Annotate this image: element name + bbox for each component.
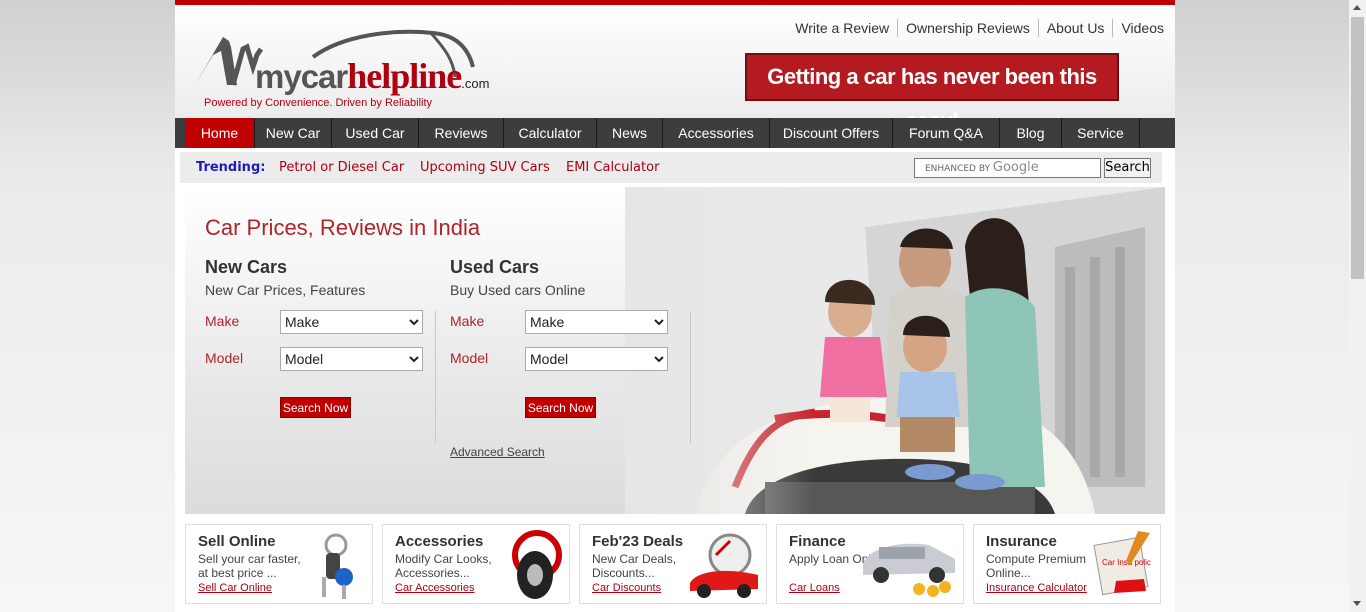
sell-car-online-link[interactable]: Sell Car Online (198, 582, 272, 594)
top-links: Write a Review Ownership Reviews About U… (787, 19, 1172, 37)
hero-section: Car Prices, Reviews in India New Cars Ne… (185, 187, 1165, 514)
search-button[interactable]: Search (1104, 158, 1151, 178)
google-search-input[interactable]: ENHANCED BY Google (914, 158, 1101, 178)
new-cars-title: New Cars (205, 257, 288, 277)
used-cars-title: Used Cars (450, 257, 540, 277)
card-sell-online[interactable]: Sell Online Sell your car faster, at bes… (185, 524, 373, 604)
new-model-label: Model (205, 350, 244, 366)
site-logo[interactable]: mycarhelpline.com Powered by Convenience… (193, 27, 503, 113)
used-model-select[interactable]: Model (525, 347, 668, 371)
car-accessories-link[interactable]: Car Accessories (395, 582, 474, 594)
nav-new-car[interactable]: New Car (255, 118, 332, 148)
card-title: Insurance (986, 533, 1057, 550)
family-on-car-photo (625, 187, 1165, 514)
nav-service[interactable]: Service (1062, 118, 1140, 148)
card-title: Sell Online (198, 533, 276, 550)
write-review-link[interactable]: Write a Review (787, 19, 897, 37)
card-desc: Sell your car faster, at best price ... (198, 552, 301, 580)
new-search-now-button[interactable]: Search Now (280, 397, 351, 418)
nav-used-car[interactable]: Used Car (332, 118, 419, 148)
about-us-link[interactable]: About Us (1037, 19, 1113, 37)
car-keys-icon (322, 533, 353, 599)
hero-title: Car Prices, Reviews in India (205, 215, 481, 240)
red-convertible-icon (690, 533, 758, 598)
header: Write a Review Ownership Reviews About U… (175, 5, 1175, 133)
nav-blog[interactable]: Blog (1000, 118, 1062, 148)
ownership-reviews-link[interactable]: Ownership Reviews (897, 19, 1038, 37)
nav-accessories[interactable]: Accessories (663, 118, 770, 148)
card-finance[interactable]: Finance Apply Loan Online... Car Loans (776, 524, 964, 604)
nav-home[interactable]: Home (185, 118, 255, 148)
main-nav: Home New Car Used Car Reviews Calculator… (175, 118, 1175, 148)
scroll-down-arrow-icon[interactable] (1353, 601, 1361, 606)
nav-reviews[interactable]: Reviews (419, 118, 504, 148)
scrollbar-thumb[interactable] (1351, 17, 1364, 279)
trending-bar: Trending: Petrol or Diesel Car Upcoming … (180, 152, 1162, 183)
trending-link-upcoming-suv[interactable]: Upcoming SUV Cars (420, 160, 550, 175)
trending-label: Trending: (196, 160, 266, 175)
page-scrollbar[interactable] (1349, 0, 1366, 612)
insurance-calculator-link[interactable]: Insurance Calculator (986, 582, 1087, 594)
car-coins-icon (863, 543, 955, 597)
google-brand: Google (992, 160, 1039, 175)
insurance-policy-icon: Car Insu polic (1093, 531, 1151, 596)
videos-link[interactable]: Videos (1112, 19, 1172, 37)
trending-link-emi-calculator[interactable]: EMI Calculator (566, 160, 659, 175)
tyre-steering-icon (512, 530, 562, 599)
panel-divider-right (690, 311, 691, 444)
used-make-select[interactable]: Make (525, 310, 668, 334)
car-discounts-link[interactable]: Car Discounts (592, 582, 661, 594)
new-cars-subtitle: New Car Prices, Features (205, 282, 366, 298)
scroll-up-arrow-icon[interactable] (1353, 5, 1361, 10)
feature-cards: Sell Online Sell your car faster, at bes… (185, 524, 1165, 604)
nav-calculator[interactable]: Calculator (504, 118, 597, 148)
panel-divider (435, 311, 436, 444)
advanced-search-link[interactable]: Advanced Search (450, 445, 545, 459)
card-deals[interactable]: Feb'23 Deals New Car Deals, Discounts...… (579, 524, 767, 604)
logo-text-red: helpline (347, 56, 462, 96)
used-search-now-button[interactable]: Search Now (525, 397, 596, 418)
trending-link-petrol-diesel[interactable]: Petrol or Diesel Car (279, 160, 404, 175)
new-make-label: Make (205, 313, 240, 329)
used-cars-subtitle: Buy Used cars Online (450, 282, 586, 298)
card-title: Accessories (395, 533, 484, 550)
insurance-icon-text: Car Insu polic (1102, 558, 1151, 567)
nav-news[interactable]: News (597, 118, 663, 148)
card-title: Finance (789, 533, 846, 550)
logo-suffix: .com (461, 76, 490, 91)
logo-wordmark: mycarhelpline.com (255, 55, 489, 97)
used-make-label: Make (450, 313, 485, 329)
logo-tagline: Powered by Convenience. Driven by Reliab… (204, 97, 433, 109)
new-model-select[interactable]: Model (280, 347, 423, 371)
nav-forum-qa[interactable]: Forum Q&A (893, 118, 1000, 148)
card-desc: Modify Car Looks, Accessories... (395, 552, 492, 580)
card-title: Feb'23 Deals (592, 533, 684, 550)
new-cars-panel: New Cars New Car Prices, Features Make M… (205, 257, 435, 418)
logo-text-gray: mycar (255, 58, 348, 95)
car-loans-link[interactable]: Car Loans (789, 582, 840, 594)
search-placeholder: ENHANCED BY (925, 164, 991, 174)
page-container: Write a Review Ownership Reviews About U… (175, 0, 1175, 612)
card-insurance[interactable]: Insurance Compute Premium Online... Insu… (973, 524, 1161, 604)
card-desc: Compute Premium Online... (986, 552, 1087, 580)
used-cars-panel: Used Cars Buy Used cars Online Make Make… (450, 257, 680, 418)
new-make-select[interactable]: Make (280, 310, 423, 334)
nav-discount-offers[interactable]: Discount Offers (770, 118, 893, 148)
promo-banner[interactable]: Getting a car has never been this easy! (745, 53, 1119, 133)
card-accessories[interactable]: Accessories Modify Car Looks, Accessorie… (382, 524, 570, 604)
used-model-label: Model (450, 350, 489, 366)
